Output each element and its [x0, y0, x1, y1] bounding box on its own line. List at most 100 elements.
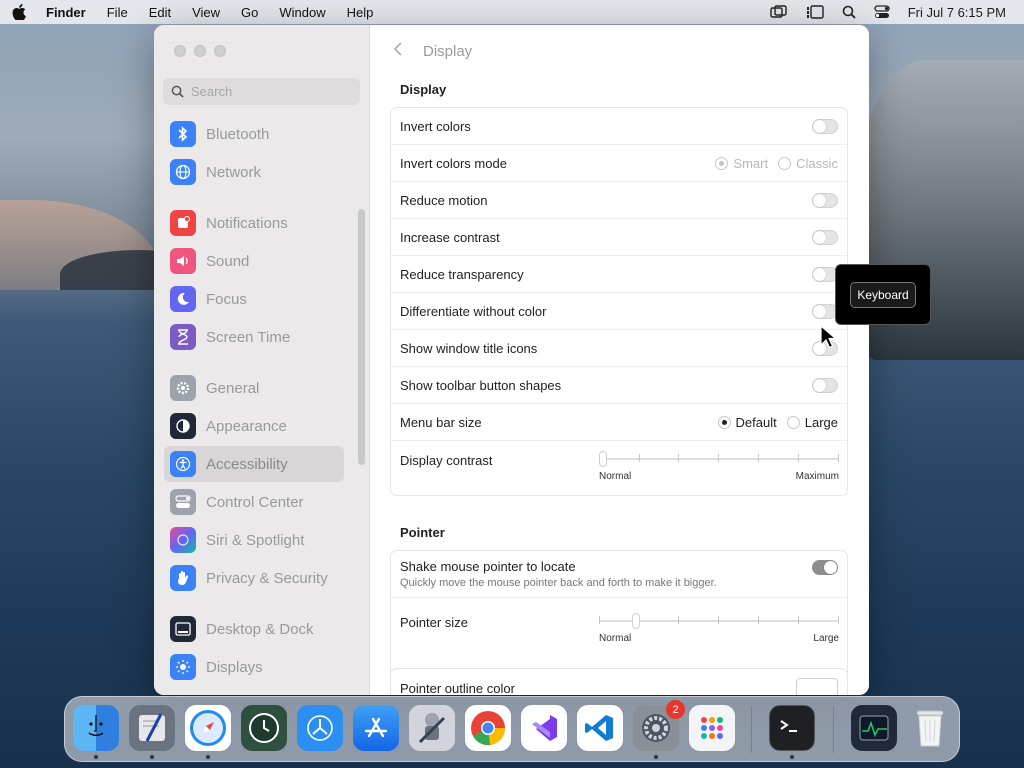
show-toolbar-button-shapes-toggle[interactable] — [812, 378, 838, 393]
menu-window[interactable]: Window — [279, 5, 325, 20]
radio-classic[interactable]: Classic — [778, 156, 838, 171]
reduce-motion-toggle[interactable] — [812, 193, 838, 208]
sidebar-item-siri-spotlight[interactable]: Siri & Spotlight — [164, 522, 344, 558]
script-editor-icon[interactable] — [129, 705, 175, 751]
zoom-button[interactable] — [214, 45, 226, 57]
dock-separator — [833, 707, 834, 753]
row-label: Invert colors — [400, 118, 471, 134]
increase-contrast-toggle[interactable] — [812, 230, 838, 245]
back-chevron-icon[interactable] — [393, 40, 403, 63]
pointer-outline-color-well[interactable] — [796, 678, 838, 695]
menubar-clock[interactable]: Fri Jul 7 6:15 PM — [908, 5, 1006, 20]
trash-icon[interactable] — [907, 705, 953, 751]
sidebar-item-displays[interactable]: Displays — [164, 649, 344, 685]
speaker-icon — [170, 248, 196, 274]
search-placeholder: Search — [191, 84, 233, 99]
sidebar-item-label: Control Center — [206, 493, 304, 511]
main-pane: Display Display Invert colors Invert col… — [371, 25, 869, 695]
invert-colors-toggle[interactable] — [812, 119, 838, 134]
slider-min-label: Normal — [599, 633, 632, 644]
sidebar-item-label: Siri & Spotlight — [206, 531, 305, 549]
radio-large[interactable]: Large — [786, 415, 838, 430]
sidebar-item-desktop-dock[interactable]: Desktop & Dock — [164, 611, 344, 647]
radio-dot — [786, 416, 800, 429]
menu-view[interactable]: View — [192, 5, 220, 20]
sidebar-item-privacy-security[interactable]: Privacy & Security — [164, 560, 344, 596]
sidebar-item-accessibility[interactable]: Accessibility — [164, 446, 344, 482]
row-label: Shake mouse pointer to locate — [400, 559, 576, 574]
sidebar-item-label: Notifications — [206, 214, 288, 232]
automator-icon[interactable] — [409, 705, 455, 751]
radio-smart[interactable]: Smart — [715, 156, 768, 171]
menu-bar: Finder File Edit View Go Window Help Fri… — [0, 0, 1024, 24]
slider-tick — [798, 616, 799, 624]
shake-to-locate-toggle[interactable] — [812, 560, 838, 575]
row-label: Invert colors mode — [400, 155, 507, 171]
vscode-icon[interactable] — [577, 705, 623, 751]
moon-icon — [170, 286, 196, 312]
menu-go[interactable]: Go — [241, 5, 258, 20]
radio-label: Classic — [796, 156, 838, 171]
stage-manager-icon[interactable] — [806, 5, 824, 19]
chrome-icon[interactable] — [465, 705, 511, 751]
control-center-icon[interactable] — [874, 5, 890, 19]
launchpad-icon[interactable] — [689, 705, 735, 751]
sidebar-item-label: Desktop & Dock — [206, 620, 314, 638]
slider-knob[interactable] — [632, 613, 640, 629]
menu-file[interactable]: File — [107, 5, 128, 20]
testflight-icon[interactable] — [297, 705, 343, 751]
sidebar-item-appearance[interactable]: Appearance — [164, 408, 344, 444]
row-menu-bar-size: Menu bar size Default Large — [391, 404, 847, 441]
menu-edit[interactable]: Edit — [149, 5, 171, 20]
row-label: Display contrast — [400, 453, 493, 468]
system-settings-window: Search Bluetooth Network Notifications S… — [154, 25, 869, 695]
radio-label: Smart — [733, 156, 769, 171]
slider-min-label: Normal — [599, 471, 632, 482]
menu-app-name[interactable]: Finder — [46, 5, 86, 20]
row-differentiate-without-color: Differentiate without color — [391, 293, 847, 330]
visual-studio-icon[interactable] — [521, 705, 567, 751]
search-field[interactable]: Search — [163, 78, 360, 105]
time-machine-icon[interactable] — [241, 705, 287, 751]
tooltip-keyboard-key: Keyboard — [850, 281, 916, 308]
accessibility-icon — [170, 451, 196, 477]
row-label: Increase contrast — [400, 229, 500, 245]
row-shake-to-locate: Shake mouse pointer to locate Quickly mo… — [391, 551, 847, 598]
sidebar-item-focus[interactable]: Focus — [164, 281, 344, 317]
slider-knob[interactable] — [599, 451, 607, 467]
sidebar-scrollbar[interactable] — [358, 209, 365, 465]
screen-mirroring-icon[interactable] — [770, 5, 788, 19]
sidebar-item-label: Screen Time — [206, 328, 291, 346]
minimize-button[interactable] — [194, 45, 206, 57]
finder-icon[interactable] — [73, 705, 119, 751]
system-settings-icon[interactable]: 2 — [633, 700, 685, 751]
sidebar-item-sound[interactable]: Sound — [164, 243, 344, 279]
slider-tick — [838, 616, 839, 624]
sidebar-item-general[interactable]: General — [164, 370, 344, 406]
hand-icon — [170, 565, 196, 591]
invert-mode-radio-group: Smart Classic — [715, 145, 838, 182]
sidebar-item-control-center[interactable]: Control Center — [164, 484, 344, 520]
toggles-icon — [170, 489, 196, 515]
slider-tick — [838, 454, 839, 462]
terminal-icon[interactable] — [769, 705, 815, 751]
safari-icon[interactable] — [185, 705, 231, 751]
slider-tick — [639, 454, 640, 462]
row-label: Show toolbar button shapes — [400, 377, 562, 393]
radio-default[interactable]: Default — [717, 415, 777, 430]
pointer-color-group: Pointer outline color — [390, 668, 848, 695]
sidebar-item-screen-time[interactable]: Screen Time — [164, 319, 344, 355]
sidebar-item-label: Privacy & Security — [206, 569, 328, 587]
close-button[interactable] — [174, 45, 186, 57]
running-indicator — [150, 755, 154, 759]
menu-help[interactable]: Help — [347, 5, 374, 20]
spotlight-search-icon[interactable] — [842, 5, 856, 19]
app-store-icon[interactable] — [353, 705, 399, 751]
apple-menu-icon[interactable] — [12, 4, 26, 21]
slider-tick — [798, 454, 799, 462]
sidebar-item-notifications[interactable]: Notifications — [164, 205, 344, 241]
sidebar-item-network[interactable]: Network — [164, 154, 344, 190]
sidebar-item-bluetooth[interactable]: Bluetooth — [164, 116, 344, 152]
activity-monitor-icon[interactable] — [851, 705, 897, 751]
slider-tick — [599, 616, 600, 624]
